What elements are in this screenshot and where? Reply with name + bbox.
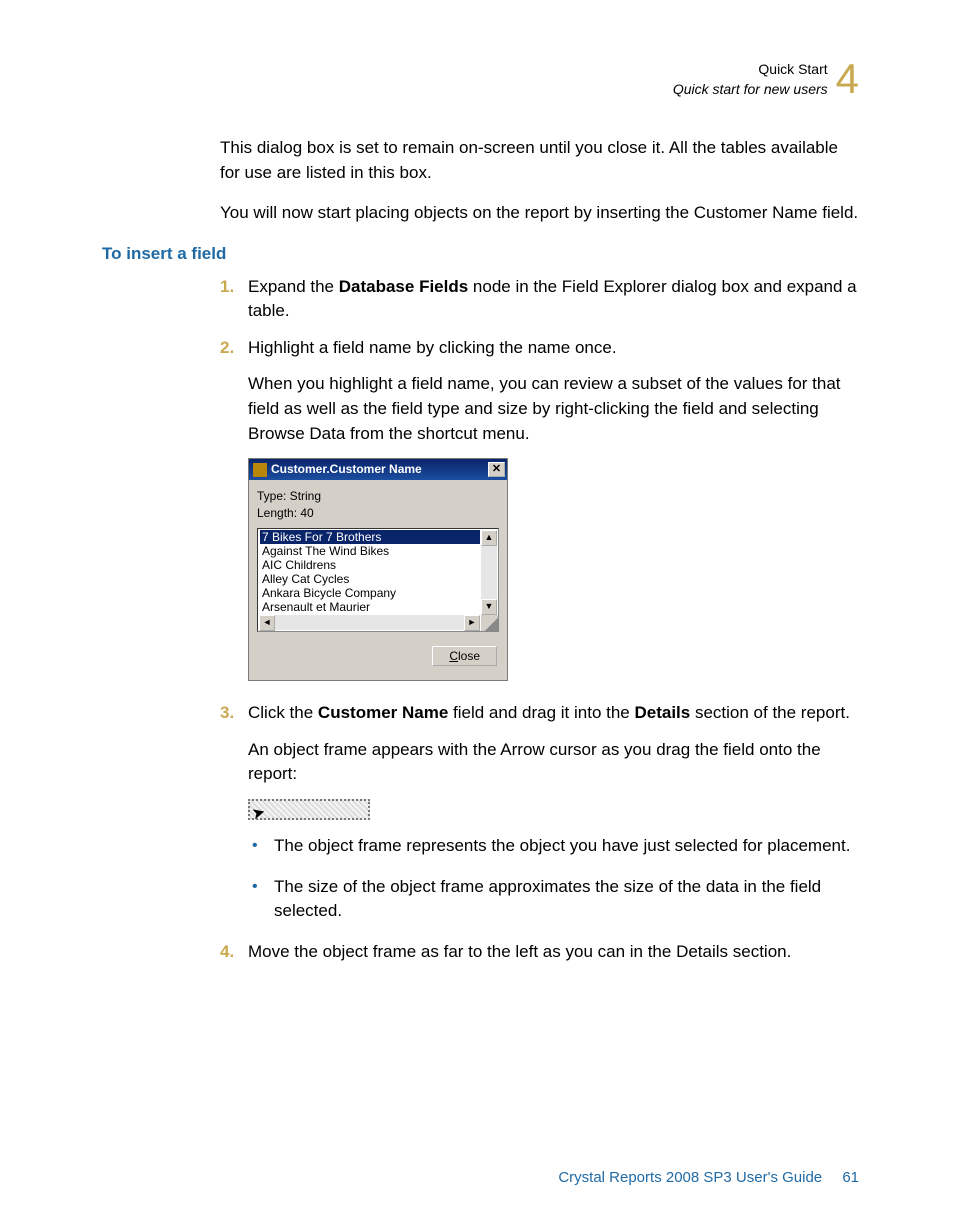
bullet-item: The object frame represents the object y… <box>248 834 859 859</box>
dialog-title: Customer.Customer Name <box>271 461 488 478</box>
data-listbox[interactable]: 7 Bikes For 7 Brothers Against The Wind … <box>257 528 499 632</box>
vertical-scrollbar[interactable]: ▲ ▼ <box>481 530 497 615</box>
list-item[interactable]: 7 Bikes For 7 Brothers <box>260 530 480 544</box>
bullet-item: The size of the object frame approximate… <box>248 875 859 924</box>
step-3-sub: An object frame appears with the Arrow c… <box>248 738 859 787</box>
chapter-number: 4 <box>836 58 859 100</box>
scroll-left-icon[interactable]: ◄ <box>259 615 275 631</box>
step-1: 1. Expand the Database Fields node in th… <box>220 275 859 324</box>
step-number: 3. <box>220 701 234 726</box>
step-3: 3. Click the Customer Name field and dra… <box>220 701 859 924</box>
page-footer: Crystal Reports 2008 SP3 User's Guide 61 <box>558 1167 859 1189</box>
footer-guide-title: Crystal Reports 2008 SP3 User's Guide <box>558 1169 822 1186</box>
field-length-label: Length: 40 <box>257 505 499 522</box>
dialog-meta: Type: String Length: 40 <box>257 488 499 522</box>
browse-data-dialog: Customer.Customer Name ✕ Type: String Le… <box>248 458 508 681</box>
object-frame-preview: ➤ <box>248 799 370 820</box>
intro-paragraph-1: This dialog box is set to remain on-scre… <box>220 136 859 185</box>
step-number: 4. <box>220 940 234 965</box>
step-1-text: Expand the Database Fields node in the F… <box>248 277 857 321</box>
step-2-sub: When you highlight a field name, you can… <box>248 372 859 446</box>
page-number: 61 <box>842 1169 859 1186</box>
step-4: 4. Move the object frame as far to the l… <box>220 940 859 965</box>
step-number: 2. <box>220 336 234 361</box>
scroll-right-icon[interactable]: ► <box>464 615 480 631</box>
list-item[interactable]: AIC Childrens <box>260 558 480 572</box>
horizontal-scrollbar[interactable]: ◄ ► <box>259 615 480 630</box>
step-number: 1. <box>220 275 234 300</box>
step-2: 2. Highlight a field name by clicking th… <box>220 336 859 681</box>
close-button[interactable]: Close <box>432 646 497 666</box>
list-item[interactable]: Arsenault et Maurier <box>260 600 480 614</box>
list-item[interactable]: Alley Cat Cycles <box>260 572 480 586</box>
list-item[interactable]: Against The Wind Bikes <box>260 544 480 558</box>
step-4-text: Move the object frame as far to the left… <box>248 942 791 961</box>
page-header: Quick Start Quick start for new users 4 <box>102 58 859 100</box>
arrow-cursor-icon: ➤ <box>249 801 268 827</box>
scroll-up-icon[interactable]: ▲ <box>481 530 497 546</box>
scroll-down-icon[interactable]: ▼ <box>481 599 497 615</box>
section-heading: To insert a field <box>102 242 859 267</box>
step-3-text: Click the Customer Name field and drag i… <box>248 703 850 722</box>
header-breadcrumb: Quick Start <box>673 59 828 79</box>
header-subtitle: Quick start for new users <box>673 79 828 99</box>
close-icon[interactable]: ✕ <box>488 462 505 477</box>
intro-paragraph-2: You will now start placing objects on th… <box>220 201 859 226</box>
resize-grip-icon[interactable] <box>481 615 498 631</box>
field-type-label: Type: String <box>257 488 499 505</box>
dialog-titlebar[interactable]: Customer.Customer Name ✕ <box>249 459 507 480</box>
step-2-text: Highlight a field name by clicking the n… <box>248 338 617 357</box>
dialog-icon <box>253 463 267 477</box>
list-item[interactable]: Ankara Bicycle Company <box>260 586 480 600</box>
